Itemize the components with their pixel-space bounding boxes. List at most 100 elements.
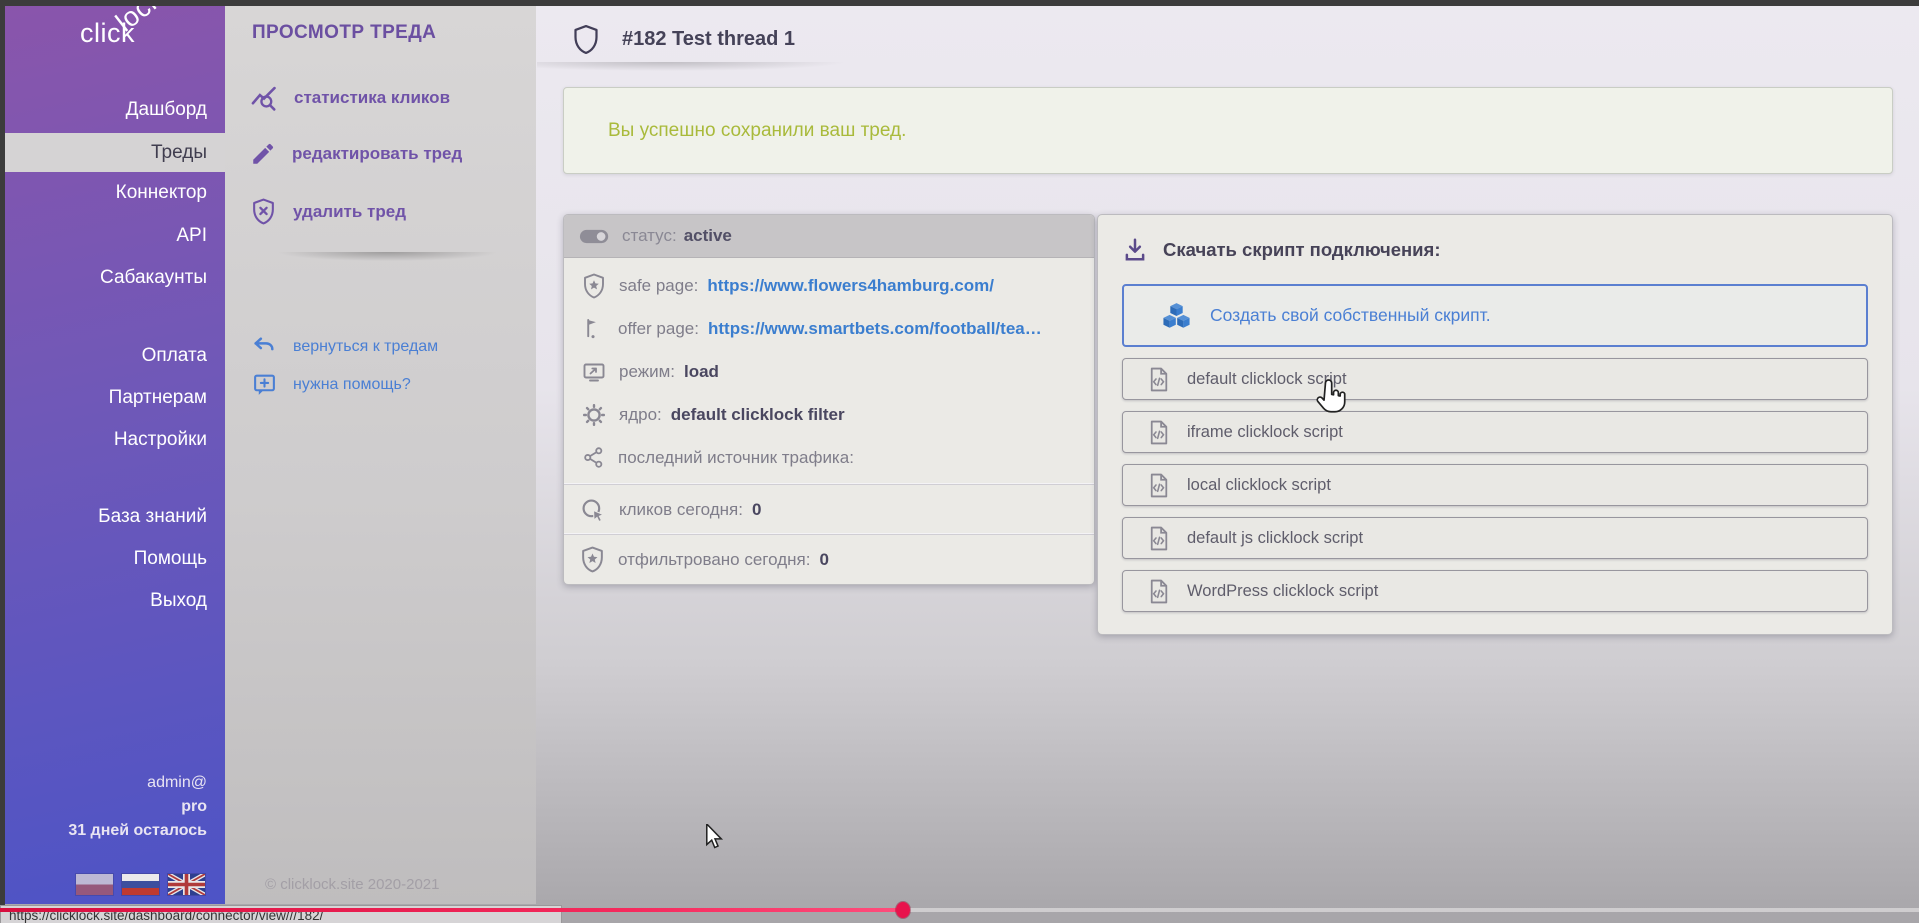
sidebar-item-partners[interactable]: Партнерам bbox=[0, 378, 225, 417]
script-button-local[interactable]: local clicklock script bbox=[1122, 464, 1868, 506]
stat-label: кликов сегодня: bbox=[619, 500, 743, 520]
row-label: последний источник трафика: bbox=[618, 448, 854, 468]
link-label: нужна помощь? bbox=[293, 376, 411, 394]
code-file-icon bbox=[1146, 578, 1171, 605]
video-progress-fill bbox=[0, 908, 902, 912]
stat-label: отфильтровано сегодня: bbox=[618, 550, 810, 570]
undo-icon bbox=[252, 334, 277, 359]
menu-item-delete-thread[interactable]: удалить тред bbox=[250, 198, 406, 225]
video-frame-edge-top bbox=[0, 0, 1919, 6]
status-header: статус: active bbox=[564, 215, 1094, 258]
shield-star-icon bbox=[582, 273, 606, 299]
status-row-offer-page: offer page: https://www.smartbets.com/fo… bbox=[564, 307, 1094, 350]
row-label: offer page: bbox=[618, 319, 699, 339]
download-card-title: Скачать скрипт подключения: bbox=[1163, 239, 1440, 261]
app-logo: clicklock bbox=[80, 18, 185, 49]
flag-uk[interactable] bbox=[168, 874, 205, 895]
download-scripts-card: Скачать скрипт подключения: Создать свой… bbox=[1097, 214, 1893, 635]
create-own-script-button[interactable]: Создать свой собственный скрипт. bbox=[1122, 284, 1868, 347]
download-icon bbox=[1122, 237, 1148, 263]
script-button-label: iframe clicklock script bbox=[1187, 423, 1343, 442]
menu-item-label: редактировать тред bbox=[292, 144, 462, 164]
stat-row-clicks-today: кликов сегодня: 0 bbox=[564, 485, 1094, 534]
code-file-icon bbox=[1146, 525, 1171, 552]
menu-item-edit-thread[interactable]: редактировать тред bbox=[250, 141, 462, 167]
status-label: статус: bbox=[622, 226, 677, 246]
success-alert-text: Вы успешно сохранили ваш тред. bbox=[608, 120, 906, 142]
menu-item-label: удалить тред bbox=[293, 202, 406, 222]
video-progress-handle[interactable] bbox=[896, 902, 910, 918]
sidebar-item-payment[interactable]: Оплата bbox=[0, 336, 225, 375]
screen-share-icon bbox=[582, 360, 606, 384]
copyright: © clicklock.site 2020-2021 bbox=[265, 876, 439, 893]
thread-view-panel: ПРОСМОТР ТРЕДА статистика кликов редакти… bbox=[225, 0, 536, 904]
app-window: clicklock Дашборд Треды Коннектор API Са… bbox=[0, 0, 1919, 923]
shield-x-icon bbox=[250, 198, 277, 225]
menu-group-shadow bbox=[245, 252, 530, 265]
mouse-arrow-cursor bbox=[703, 824, 727, 850]
account-days-left: 31 дней осталось bbox=[68, 819, 207, 843]
click-circle-icon bbox=[580, 497, 606, 523]
flag-pin-icon bbox=[582, 317, 605, 341]
account-plan: pro bbox=[68, 795, 207, 819]
link-need-help[interactable]: нужна помощь? bbox=[252, 372, 411, 397]
sidebar: clicklock Дашборд Треды Коннектор API Са… bbox=[0, 0, 225, 904]
status-row-safe-page: safe page: https://www.flowers4hamburg.c… bbox=[564, 264, 1094, 307]
link-label: вернуться к тредам bbox=[293, 338, 438, 356]
comment-plus-icon bbox=[252, 372, 277, 397]
pencil-icon bbox=[250, 141, 276, 167]
script-button-iframe[interactable]: iframe clicklock script bbox=[1122, 411, 1868, 453]
create-own-script-label: Создать свой собственный скрипт. bbox=[1210, 305, 1491, 326]
status-row-last-traffic-source: последний источник трафика: bbox=[564, 436, 1094, 479]
mode-value: load bbox=[684, 362, 719, 382]
link-back-to-threads[interactable]: вернуться к тредам bbox=[252, 334, 438, 359]
sidebar-item-connector[interactable]: Коннектор bbox=[0, 173, 225, 212]
sidebar-item-settings[interactable]: Настройки bbox=[0, 420, 225, 459]
offer-page-link[interactable]: https://www.smartbets.com/football/tea… bbox=[708, 319, 1042, 339]
script-button-label: default clicklock script bbox=[1187, 370, 1347, 389]
status-row-core: ядро: default clicklock filter bbox=[564, 393, 1094, 436]
script-button-wordpress[interactable]: WordPress clicklock script bbox=[1122, 570, 1868, 612]
filtered-today-value: 0 bbox=[819, 550, 828, 570]
thread-status-card: статус: active safe page: https://www.fl… bbox=[563, 214, 1095, 585]
script-button-label: local clicklock script bbox=[1187, 476, 1331, 495]
sidebar-item-help[interactable]: Помощь bbox=[0, 539, 225, 578]
stat-row-filtered-today: отфильтровано сегодня: 0 bbox=[564, 535, 1094, 584]
status-value: active bbox=[684, 226, 732, 246]
sidebar-item-api[interactable]: API bbox=[0, 216, 225, 255]
share-icon bbox=[582, 446, 605, 469]
menu-item-click-stats[interactable]: статистика кликов bbox=[250, 84, 450, 112]
sidebar-item-threads[interactable]: Треды bbox=[0, 133, 225, 172]
row-label: режим: bbox=[619, 362, 675, 382]
success-alert: Вы успешно сохранили ваш тред. bbox=[563, 87, 1893, 174]
script-button-label: WordPress clicklock script bbox=[1187, 582, 1378, 601]
shield-star-icon bbox=[580, 546, 605, 573]
toggle-icon bbox=[579, 227, 611, 246]
header-shadow bbox=[537, 62, 967, 75]
clicks-today-value: 0 bbox=[752, 500, 761, 520]
status-row-mode: режим: load bbox=[564, 350, 1094, 393]
script-button-default-js[interactable]: default js clicklock script bbox=[1122, 517, 1868, 559]
cubes-icon bbox=[1160, 299, 1193, 332]
sidebar-item-dashboard[interactable]: Дашборд bbox=[0, 90, 225, 129]
panel-title: ПРОСМОТР ТРЕДА bbox=[252, 22, 436, 44]
code-file-icon bbox=[1146, 472, 1171, 499]
sidebar-item-logout[interactable]: Выход bbox=[0, 581, 225, 620]
script-button-default[interactable]: default clicklock script bbox=[1122, 358, 1868, 400]
code-file-icon bbox=[1146, 419, 1171, 446]
page-title: #182 Test thread 1 bbox=[622, 28, 795, 51]
code-file-icon bbox=[1146, 366, 1171, 393]
video-frame-edge-left bbox=[0, 0, 5, 923]
video-progress-bar[interactable] bbox=[0, 908, 1919, 912]
row-label: ядро: bbox=[619, 405, 662, 425]
script-button-label: default js clicklock script bbox=[1187, 529, 1363, 548]
account-email: admin@ bbox=[68, 771, 207, 795]
row-label: safe page: bbox=[619, 276, 698, 296]
flag-russia[interactable] bbox=[122, 874, 159, 895]
gear-icon bbox=[582, 403, 606, 427]
sidebar-item-subaccounts[interactable]: Сабакаунты bbox=[0, 258, 225, 297]
sidebar-item-knowledge-base[interactable]: База знаний bbox=[0, 497, 225, 536]
shield-icon bbox=[572, 24, 600, 55]
flag-poland[interactable] bbox=[76, 874, 113, 895]
safe-page-link[interactable]: https://www.flowers4hamburg.com/ bbox=[707, 276, 994, 296]
